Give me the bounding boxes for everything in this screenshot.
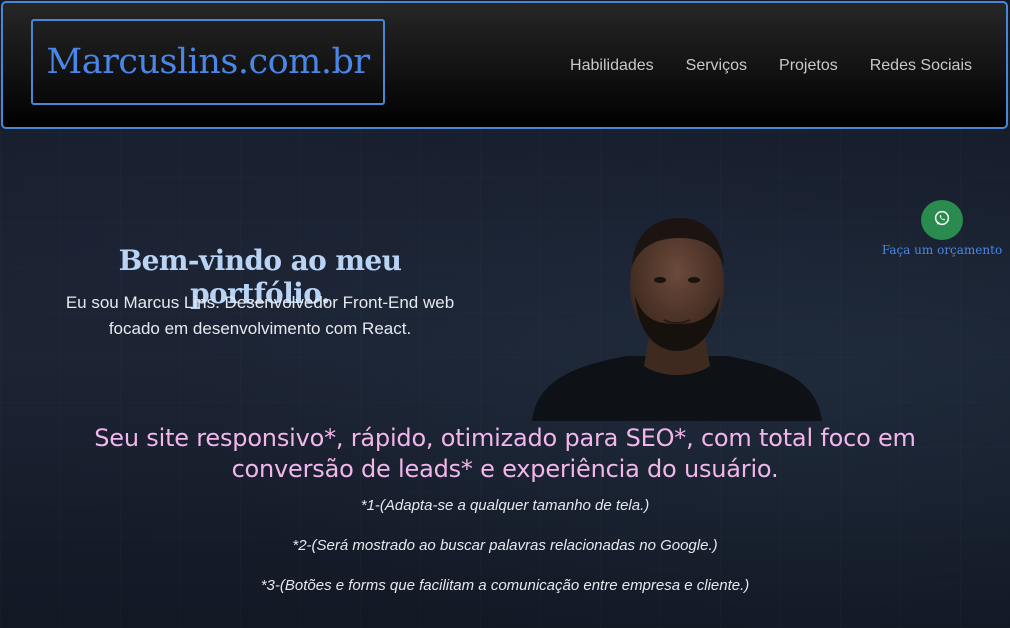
hero-subtitle: Eu sou Marcus Lins. Desenvolvedor Front-… [56,290,464,342]
whatsapp-button[interactable] [921,200,963,240]
footnote-responsive: *1-(Adapta-se a qualquer tamanho de tela… [360,497,650,514]
profile-photo [532,216,822,421]
hero-subtitle-line-1: Eu sou Marcus Lins. Desenvolvedor Front-… [65,293,455,312]
pitch-headline: Seu site responsivo*, rápido, otimizado … [40,423,970,485]
hero-subtitle-line-2: focado em desenvolvimento com React. [108,319,412,338]
pitch-headline-line-1: Seu site responsivo*, rápido, otimizado … [94,424,916,452]
site-logo[interactable]: Marcuslins.com.br [46,42,370,82]
logo-box[interactable]: Marcuslins.com.br [31,19,385,105]
main-nav: Habilidades Serviços Projetos Redes Soci… [570,57,972,75]
pitch-headline-line-2: conversão de leads* e experiência do usu… [231,455,779,483]
whatsapp-cta-label[interactable]: Faça um orçamento [876,243,1008,257]
site-header: Marcuslins.com.br Habilidades Serviços P… [1,1,1008,129]
nav-link-habilidades[interactable]: Habilidades [570,57,654,75]
whatsapp-icon [933,209,951,232]
nav-link-servicos[interactable]: Serviços [686,57,747,75]
footnote-leads: *3-(Botões e forms que facilitam a comun… [260,577,750,594]
footnote-seo: *2-(Será mostrado ao buscar palavras rel… [292,537,718,554]
nav-link-redes-sociais[interactable]: Redes Sociais [870,57,972,75]
nav-link-projetos[interactable]: Projetos [779,57,838,75]
